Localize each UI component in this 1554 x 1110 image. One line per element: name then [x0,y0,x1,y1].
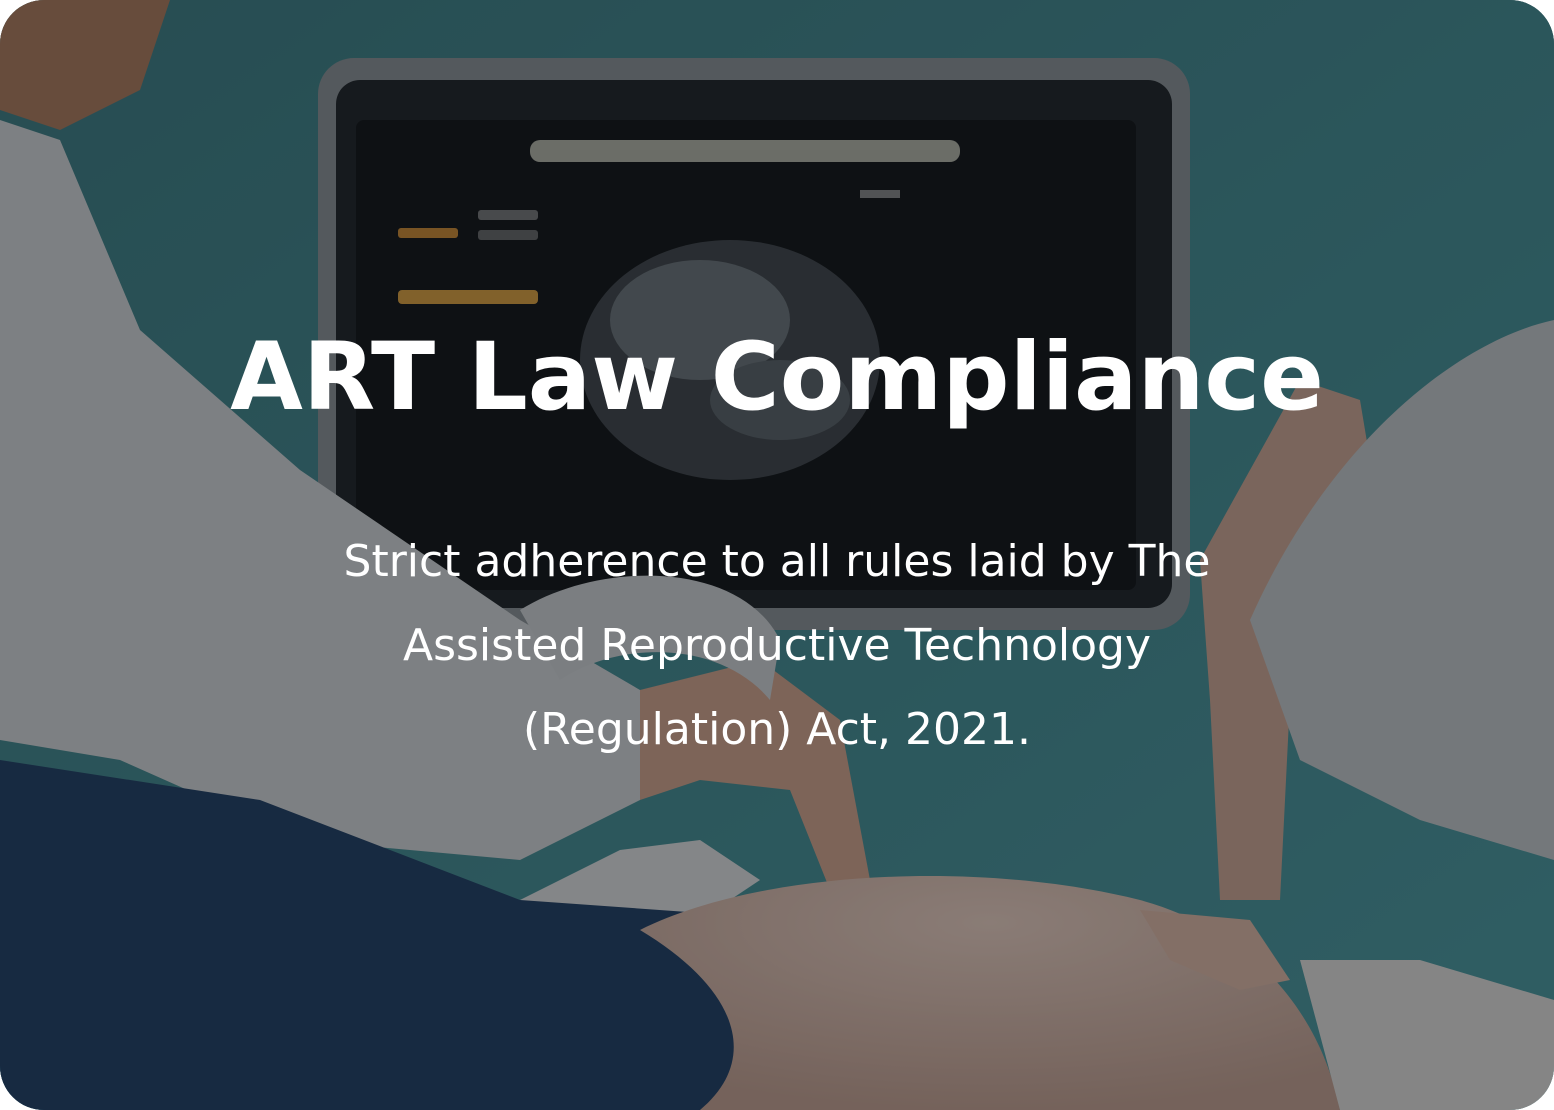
card-description: Strict adherence to all rules laid by Th… [343,536,1211,755]
card-title: ART Law Compliance [230,323,1324,432]
feature-card: ART Law Compliance Strict adherence to a… [0,0,1554,1110]
card-content: ART Law Compliance Strict adherence to a… [0,0,1554,1110]
